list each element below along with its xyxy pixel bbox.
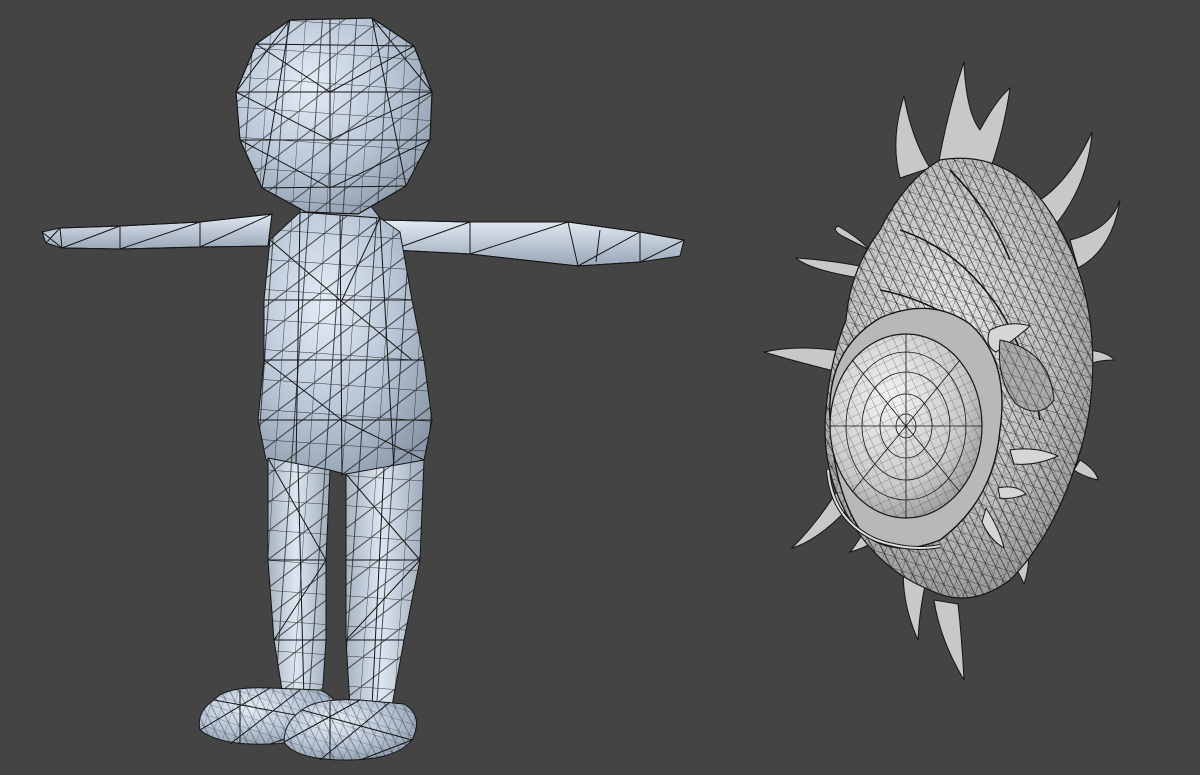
viewport-canvas[interactable] [0, 0, 1200, 775]
character-right-leg[interactable] [345, 459, 425, 707]
character-head[interactable] [235, 17, 433, 215]
character-right-arm[interactable] [381, 219, 685, 267]
character-right-foot[interactable] [283, 699, 417, 761]
character-left-arm[interactable] [41, 213, 273, 250]
low-poly-character[interactable] [41, 17, 685, 761]
3d-viewport[interactable] [0, 0, 1200, 775]
spiked-shell-creature[interactable] [762, 61, 1121, 681]
creature-eye[interactable] [829, 333, 983, 519]
character-torso[interactable] [257, 211, 433, 479]
character-left-leg[interactable] [267, 457, 331, 703]
